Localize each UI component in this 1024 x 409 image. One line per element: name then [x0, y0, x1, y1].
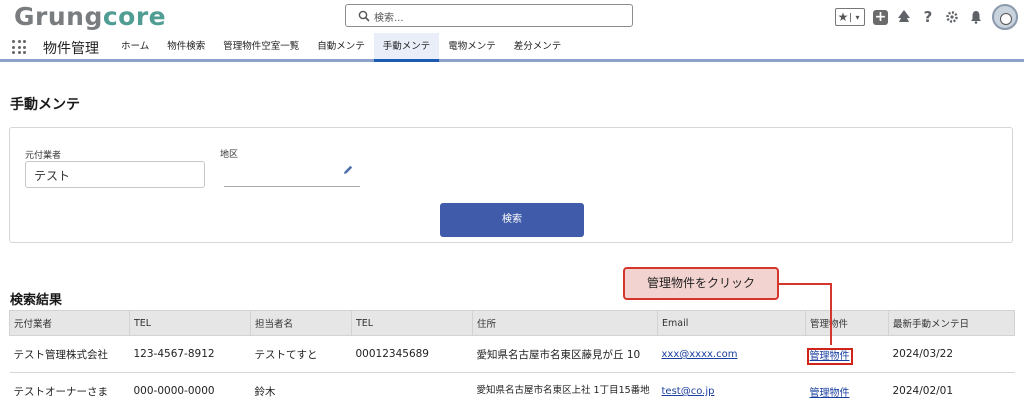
header-utility-icons: ★ ▾ + ?: [835, 3, 1018, 31]
app-navigation-bar: 物件管理 ホーム 物件検索 管理物件空室一覧 自動メンテ 手動メンテ 電物メンテ…: [0, 33, 1024, 62]
callout-connector: [779, 283, 832, 345]
favorites-button[interactable]: ★ ▾: [835, 8, 865, 26]
cell-person: 鈴木: [250, 372, 352, 409]
property-link[interactable]: 管理物件: [806, 347, 853, 365]
area-label: 地区: [220, 150, 239, 160]
cell-contractor: テストオーナーさま: [9, 372, 130, 409]
column-header[interactable]: 担当者名: [250, 310, 352, 336]
email-link[interactable]: xxx@xxxx.com: [662, 349, 738, 360]
cell-tel: 000-0000-0000: [129, 372, 251, 409]
table-row: テスト管理株式会社 123-4567-8912 テストてすと 000123456…: [9, 335, 1015, 373]
column-header[interactable]: 元付業者: [9, 310, 130, 336]
column-header[interactable]: TEL: [129, 310, 251, 336]
contractor-label: 元付業者: [25, 151, 62, 161]
tab-property-search[interactable]: 物件検索: [158, 33, 214, 62]
page-title: 手動メンテ: [10, 97, 80, 113]
results-table: 元付業者 TEL 担当者名 TEL 住所 Email 管理物件 最新手動メンテ日…: [9, 310, 1015, 409]
chevron-down-icon: ▾: [849, 12, 864, 22]
column-header[interactable]: 住所: [472, 310, 658, 336]
table-header-row: 元付業者 TEL 担当者名 TEL 住所 Email 管理物件 最新手動メンテ日: [9, 310, 1015, 336]
column-header[interactable]: TEL: [351, 310, 473, 336]
column-header[interactable]: 最新手動メンテ日: [888, 310, 1015, 336]
trailhead-icon[interactable]: [896, 9, 912, 25]
cell-tel2: [351, 372, 473, 409]
contractor-input[interactable]: テスト: [25, 161, 205, 188]
cell-address: 愛知県名古屋市名東区上社 1丁目15番地: [472, 372, 658, 409]
cell-property: 管理物件: [805, 372, 889, 409]
app-launcher-icon[interactable]: [12, 40, 26, 54]
tab-phone-maintenance[interactable]: 電物メンテ: [439, 33, 505, 62]
results-title: 検索結果: [10, 293, 63, 308]
cell-person: テストてすと: [250, 335, 352, 373]
tab-manual-maintenance[interactable]: 手動メンテ: [373, 33, 440, 62]
bell-icon[interactable]: [968, 9, 984, 25]
cell-email: test@co.jp: [657, 372, 806, 409]
cell-date: 2024/02/01: [888, 372, 1015, 409]
search-icon: [358, 10, 370, 22]
tab-home[interactable]: ホーム: [112, 33, 158, 62]
property-link[interactable]: 管理物件: [810, 388, 850, 399]
pencil-icon[interactable]: [342, 164, 354, 176]
instruction-callout: 管理物件をクリック: [623, 267, 779, 300]
tab-auto-maintenance[interactable]: 自動メンテ: [308, 33, 374, 62]
tab-diff-maintenance[interactable]: 差分メンテ: [505, 33, 571, 62]
brand-logo[interactable]: Grungcore: [14, 2, 166, 31]
search-button[interactable]: 検索: [440, 203, 584, 237]
help-icon[interactable]: ?: [920, 8, 936, 26]
cell-contractor: テスト管理株式会社: [9, 335, 130, 373]
area-field[interactable]: [224, 160, 360, 187]
favorite-star-icon: ★: [837, 10, 849, 24]
search-form-card: 元付業者 テスト 地区 検索: [9, 127, 1013, 243]
settings-icon[interactable]: [944, 9, 960, 25]
search-placeholder: 検索...: [374, 13, 404, 24]
nav-tabs: ホーム 物件検索 管理物件空室一覧 自動メンテ 手動メンテ 電物メンテ 差分メン…: [112, 33, 570, 62]
tab-vacancy-list[interactable]: 管理物件空室一覧: [214, 33, 308, 62]
add-icon[interactable]: +: [873, 9, 888, 25]
table-row: テストオーナーさま 000-0000-0000 鈴木 愛知県名古屋市名東区上社 …: [9, 372, 1015, 409]
cell-address: 愛知県名古屋市名東区藤見が丘 10: [472, 335, 658, 373]
cell-tel2: 00012345689: [351, 335, 473, 373]
global-header: Grungcore 検索... ★ ▾ + ?: [0, 0, 1024, 33]
email-link[interactable]: test@co.jp: [662, 386, 715, 397]
avatar[interactable]: [992, 4, 1018, 30]
app-name: 物件管理: [43, 41, 99, 57]
cell-tel: 123-4567-8912: [129, 335, 251, 373]
cell-date: 2024/03/22: [888, 335, 1015, 373]
global-search-input[interactable]: 検索...: [345, 4, 633, 27]
